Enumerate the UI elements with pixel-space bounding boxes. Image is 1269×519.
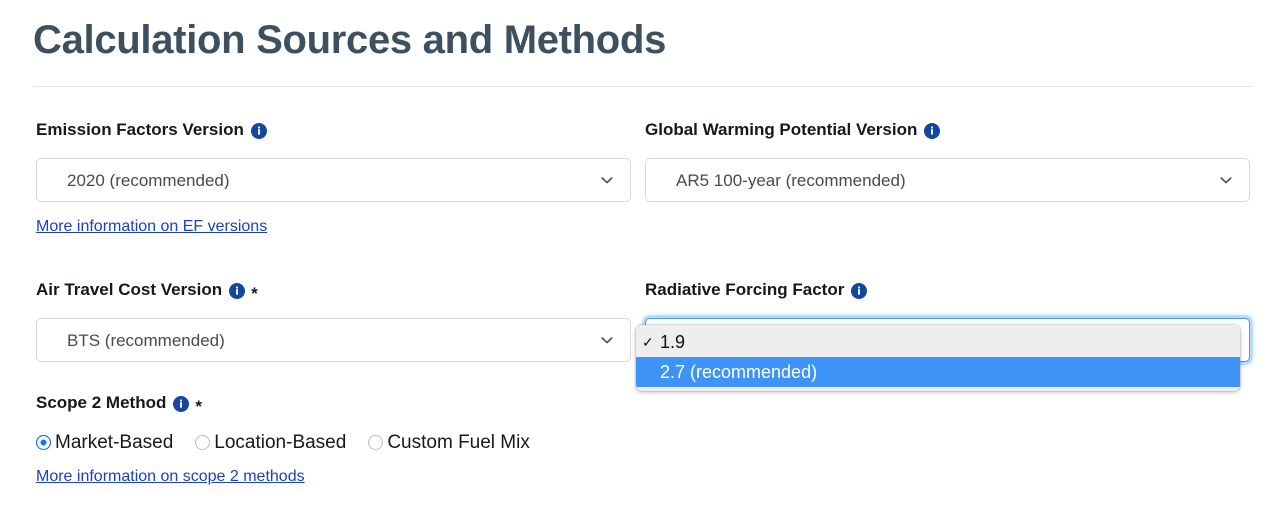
info-icon[interactable] xyxy=(250,123,267,139)
radio-label: Location-Based xyxy=(214,432,347,453)
radiative-forcing-factor-label-text: Radiative Forcing Factor xyxy=(645,280,845,299)
field-air-travel-cost-version: Air Travel Cost Version * BTS (recommend… xyxy=(36,279,631,362)
air-travel-cost-version-select[interactable]: BTS (recommended) xyxy=(36,318,631,362)
radio-label: Market-Based xyxy=(55,432,174,453)
radio-indicator[interactable] xyxy=(36,435,51,450)
air-travel-cost-version-value: BTS (recommended) xyxy=(67,331,225,349)
emission-factors-version-select[interactable]: 2020 (recommended) xyxy=(36,158,631,202)
dropdown-option-1[interactable]: ✓ 1.9 xyxy=(636,327,1240,357)
global-warming-potential-version-value: AR5 100-year (recommended) xyxy=(676,171,906,189)
dropdown-option-label: 1.9 xyxy=(660,331,686,352)
checkmark-icon: ✓ xyxy=(642,334,654,350)
radio-label: Custom Fuel Mix xyxy=(387,432,530,453)
dropdown-option-2[interactable]: 2.7 (recommended) xyxy=(636,357,1240,387)
scope-2-method-label-text: Scope 2 Method xyxy=(36,393,167,412)
field-global-warming-potential-version: Global Warming Potential Version AR5 100… xyxy=(645,119,1250,202)
scope-2-method-radio-group: Market-Based Location-Based Custom Fuel … xyxy=(36,433,636,452)
field-scope-2-method: Scope 2 Method * Market-Based Location-B… xyxy=(36,392,636,486)
emission-factors-version-value: 2020 (recommended) xyxy=(67,171,230,189)
global-warming-potential-version-label: Global Warming Potential Version xyxy=(645,119,1250,141)
scope-2-methods-info-link[interactable]: More information on scope 2 methods xyxy=(36,468,305,486)
required-asterisk: * xyxy=(195,396,202,416)
field-emission-factors-version: Emission Factors Version 2020 (recommend… xyxy=(36,119,631,236)
info-icon[interactable] xyxy=(229,283,246,299)
chevron-down-icon xyxy=(600,173,614,187)
chevron-down-icon xyxy=(1219,173,1233,187)
page-title: Calculation Sources and Methods xyxy=(33,18,667,62)
air-travel-cost-version-label-text: Air Travel Cost Version xyxy=(36,280,223,299)
calculation-sources-and-methods-page: Calculation Sources and Methods Emission… xyxy=(0,0,1269,519)
required-asterisk: * xyxy=(251,283,258,303)
radiative-forcing-factor-dropdown[interactable]: ✓ 1.9 2.7 (recommended) xyxy=(636,325,1240,391)
chevron-down-icon xyxy=(600,333,614,347)
radio-option-custom-fuel-mix[interactable]: Custom Fuel Mix xyxy=(368,433,530,452)
title-divider xyxy=(33,86,1252,87)
radio-option-location-based[interactable]: Location-Based xyxy=(195,433,346,452)
emission-factors-version-label-text: Emission Factors Version xyxy=(36,120,244,139)
radio-indicator[interactable] xyxy=(368,435,384,450)
info-icon[interactable] xyxy=(924,123,941,139)
scope-2-method-label: Scope 2 Method * xyxy=(36,392,636,416)
radiative-forcing-factor-label: Radiative Forcing Factor xyxy=(645,279,1250,301)
dropdown-option-label: 2.7 (recommended) xyxy=(660,361,818,382)
global-warming-potential-version-select[interactable]: AR5 100-year (recommended) xyxy=(645,158,1250,202)
air-travel-cost-version-label: Air Travel Cost Version * xyxy=(36,279,631,303)
radio-indicator[interactable] xyxy=(195,435,211,450)
ef-versions-info-link[interactable]: More information on EF versions xyxy=(36,218,267,236)
global-warming-potential-version-label-text: Global Warming Potential Version xyxy=(645,120,918,139)
emission-factors-version-label: Emission Factors Version xyxy=(36,119,631,141)
radio-option-market-based[interactable]: Market-Based xyxy=(36,433,173,452)
info-icon[interactable] xyxy=(173,396,190,412)
info-icon[interactable] xyxy=(851,283,868,299)
